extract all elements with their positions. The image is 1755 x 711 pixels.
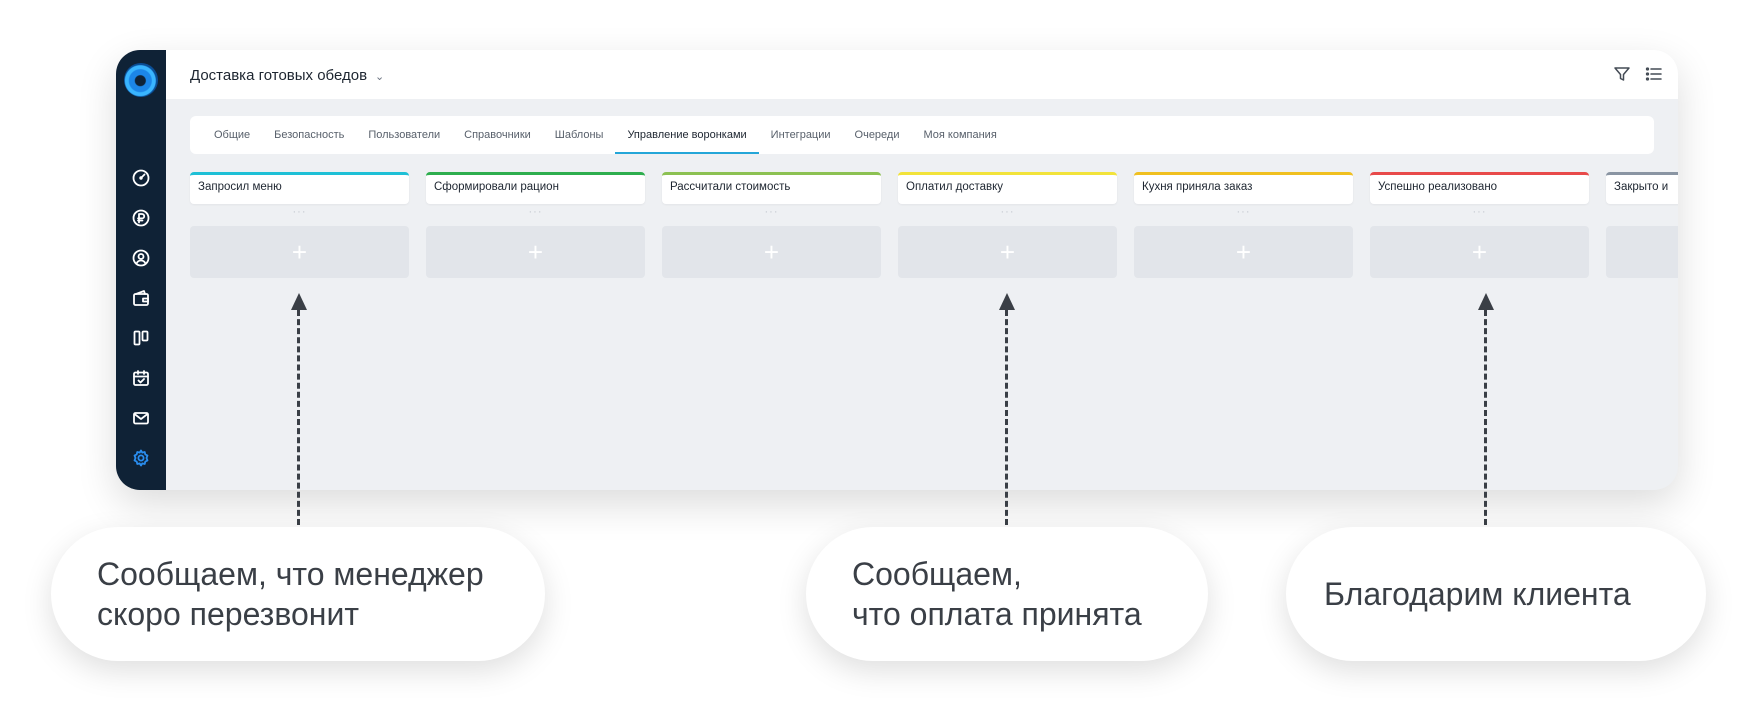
annotation-text: Благодарим клиента <box>1324 576 1631 612</box>
stage-more-icon[interactable]: ··· <box>662 204 881 226</box>
stage-header[interactable]: Закрыто и <box>1606 172 1678 204</box>
settings-tabs: Общие Безопасность Пользователи Справочн… <box>190 116 1654 154</box>
pipeline-stage: Оплатил доставку ··· + <box>898 172 1117 278</box>
user-icon[interactable] <box>116 246 166 270</box>
stage-header[interactable]: Кухня приняла заказ <box>1134 172 1353 204</box>
tab-my-company[interactable]: Моя компания <box>912 116 1009 154</box>
app-window: Доставка готовых обедов ⌄ Общие Безопасно… <box>116 50 1678 490</box>
stage-more-icon[interactable]: ··· <box>1134 204 1353 226</box>
add-stage-button[interactable]: + <box>1134 226 1353 278</box>
main-area: Доставка готовых обедов ⌄ Общие Безопасно… <box>166 50 1678 490</box>
tab-pipelines[interactable]: Управление воронками <box>615 116 759 154</box>
stage: Доставка готовых обедов ⌄ Общие Безопасно… <box>0 0 1755 711</box>
pipeline-columns: Запросил меню ··· + Сформировали рацион … <box>190 172 1678 282</box>
wallet-icon[interactable] <box>116 286 166 310</box>
app-logo[interactable] <box>124 63 158 97</box>
tab-users[interactable]: Пользователи <box>356 116 452 154</box>
annotation-bubble: Сообщаем, что менеджер скоро перезвонит <box>51 527 545 661</box>
tab-queues[interactable]: Очереди <box>843 116 912 154</box>
stage-more-icon[interactable]: ··· <box>1370 204 1589 226</box>
sidebar <box>116 50 166 490</box>
add-stage-button[interactable]: + <box>662 226 881 278</box>
stage-header[interactable]: Рассчитали стоимость <box>662 172 881 204</box>
add-stage-button[interactable]: + <box>898 226 1117 278</box>
add-stage-button[interactable]: + <box>190 226 409 278</box>
dashed-arrow-up <box>999 293 1015 525</box>
tab-dictionaries[interactable]: Справочники <box>452 116 543 154</box>
stage-more-icon[interactable]: ··· <box>190 204 409 226</box>
stage-header[interactable]: Сформировали рацион <box>426 172 645 204</box>
annotation-text: Сообщаем, что оплата принята <box>852 556 1142 632</box>
annotation-bubble: Сообщаем, что оплата принята <box>806 527 1208 661</box>
pipeline-stage: Успешно реализовано ··· + <box>1370 172 1589 278</box>
pipeline-stage: Сформировали рацион ··· + <box>426 172 645 278</box>
dashboard-icon[interactable] <box>116 166 166 190</box>
pipeline-selector[interactable]: Доставка готовых обедов ⌄ <box>190 67 384 84</box>
dashed-arrow-up <box>291 293 307 525</box>
page-title: Доставка готовых обедов <box>190 67 368 84</box>
tab-integrations[interactable]: Интеграции <box>759 116 843 154</box>
pipeline-stage: Рассчитали стоимость ··· + <box>662 172 881 278</box>
stage-more-icon[interactable]: ··· <box>1606 204 1678 226</box>
tab-security[interactable]: Безопасность <box>262 116 356 154</box>
annotation-text: Сообщаем, что менеджер скоро перезвонит <box>97 556 484 632</box>
tab-general[interactable]: Общие <box>202 116 262 154</box>
kanban-icon[interactable] <box>116 326 166 350</box>
pipeline-stage: Кухня приняла заказ ··· + <box>1134 172 1353 278</box>
topbar-icons <box>1612 64 1664 84</box>
stage-more-icon[interactable]: ··· <box>898 204 1117 226</box>
gear-icon[interactable] <box>116 446 166 470</box>
calendar-icon[interactable] <box>116 366 166 390</box>
stage-header[interactable]: Запросил меню <box>190 172 409 204</box>
tab-templates[interactable]: Шаблоны <box>543 116 616 154</box>
stage-header[interactable]: Оплатил доставку <box>898 172 1117 204</box>
filter-icon[interactable] <box>1612 64 1632 84</box>
mail-icon[interactable] <box>116 406 166 430</box>
pipeline-stage: Закрыто и ··· + <box>1606 172 1678 278</box>
add-stage-button[interactable]: + <box>1606 226 1678 278</box>
add-stage-button[interactable]: + <box>426 226 645 278</box>
topbar: Доставка готовых обедов ⌄ <box>166 50 1678 99</box>
ruble-icon[interactable] <box>116 206 166 230</box>
chevron-down-icon: ⌄ <box>375 71 385 83</box>
annotation-bubble: Благодарим клиента <box>1286 527 1706 661</box>
pipeline-stage: Запросил меню ··· + <box>190 172 409 278</box>
stage-more-icon[interactable]: ··· <box>426 204 645 226</box>
list-icon[interactable] <box>1644 64 1664 84</box>
stage-header[interactable]: Успешно реализовано <box>1370 172 1589 204</box>
dashed-arrow-up <box>1478 293 1494 525</box>
add-stage-button[interactable]: + <box>1370 226 1589 278</box>
